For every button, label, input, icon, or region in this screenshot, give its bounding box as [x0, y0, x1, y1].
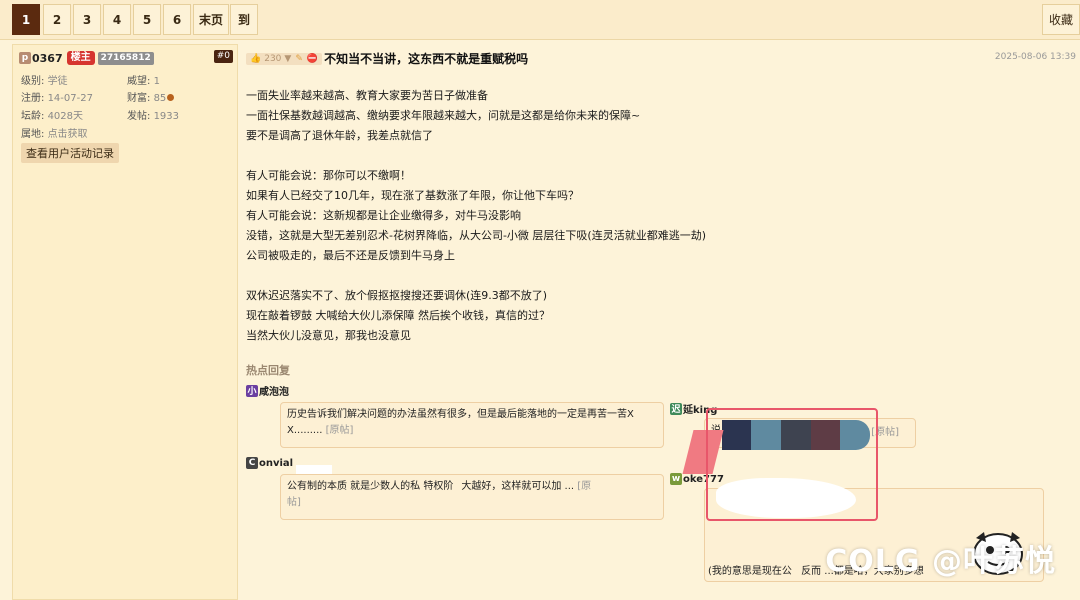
get-location-link[interactable]: 点击获取	[48, 129, 88, 140]
original-post-link[interactable]: [原	[577, 481, 591, 492]
post-line: 一面社保基数越调越高、缴纳要求年限越来越大，问就是这都是给你未来的保障~	[246, 109, 641, 122]
post-line: 有人可能会说：那你可以不缴啊！	[246, 169, 411, 182]
page-button-3[interactable]: 3	[73, 4, 101, 35]
post-content: 一面失业率越来越高、教育大家要为苦日子做准备 一面社保基数越调越高、缴纳要求年限…	[246, 86, 1046, 346]
prestige-row: 威望: 1	[127, 76, 160, 87]
forum-age-row: 坛龄: 4028天	[21, 111, 84, 122]
post-line	[246, 266, 1046, 286]
level-row: 级别: 学徒	[21, 76, 68, 87]
post-line: 如果有人已经交了10几年，现在涨了基数涨了年限，你让他下车吗？	[246, 189, 579, 202]
post-line	[246, 146, 1046, 166]
highlight-frame	[706, 408, 878, 521]
page-button-6[interactable]: 6	[163, 4, 191, 35]
reaction-chips[interactable]: 👍 230 ▼ ✎ ⛔	[246, 52, 323, 65]
thumbs-down-icon[interactable]: ▼	[284, 53, 291, 65]
user-icon: 小	[246, 384, 258, 397]
user-info-panel: p 0367 楼主 27165812 #0 级别: 学徒 威望: 1 注册: 1…	[12, 44, 238, 600]
pagination-bar: 1 2 3 4 5 6 末页 到 收藏	[0, 0, 1080, 40]
thumbs-up-icon[interactable]: 👍	[250, 53, 261, 65]
page-button-1[interactable]: 1	[12, 4, 40, 35]
wealth-row: 财富: 85	[127, 89, 175, 104]
post-title: 不知当不当讲，这东西不就是重赋税吗	[324, 52, 529, 66]
pen-icon[interactable]: ✎	[295, 53, 303, 65]
post-line: 当然大伙儿没意见，那我也没意见	[246, 329, 411, 342]
post-time: 2025-08-06 13:39	[994, 52, 1076, 62]
view-activity-button[interactable]: 查看用户活动记录	[21, 143, 119, 163]
user-id-badge: 27165812	[97, 51, 154, 65]
reply-user-2[interactable]: C onvial	[246, 457, 293, 469]
reply-box-1[interactable]: 历史告诉我们解决问题的办法虽然有很多，但是最后能落地的一定是再苦一苦X X...…	[280, 402, 664, 448]
post-line: 现在敲着锣鼓 大喊给大伙儿添保障 然后挨个收钱，真信的过？	[246, 309, 550, 322]
user-icon: C	[246, 457, 258, 469]
coin-icon	[167, 94, 175, 101]
goto-page-button[interactable]: 到	[230, 4, 258, 35]
post-line: 双休迟迟落实不了、放个假抠抠搜搜还要调休(连9.3都不放了)	[246, 289, 548, 302]
post-line: 有人可能会说：这新规都是让企业缴得多，对牛马没影响	[246, 209, 521, 222]
reply-box-2[interactable]: 公有制的本质 就是少数人的私 特权阶 大越好，这样就可以加 ... [原 帖]	[280, 474, 664, 520]
register-row: 注册: 14-07-27	[21, 93, 93, 104]
post-line: 没错，这就是大型无差别忍术-花树界降临，从大公司-小微 层层往下吸(连灵活就业都…	[246, 229, 707, 242]
user-header: p 0367 楼主 27165812	[19, 51, 154, 65]
post-meta: 👍 230 ▼ ✎ ⛔ 不知当不当讲，这东西不就是重赋税吗	[246, 50, 528, 67]
location-row: 属地: 点击获取	[21, 129, 88, 140]
watermark: COLG @叶苏悦	[825, 544, 1056, 579]
hot-replies-title: 热点回复	[246, 364, 290, 377]
favorite-button[interactable]: 收藏	[1042, 4, 1080, 35]
floor-number: #0	[213, 50, 233, 63]
username[interactable]: 0367	[32, 52, 63, 65]
avatar[interactable]: p	[19, 52, 31, 64]
post-line: 要不是调高了退休年龄，我差点就信了	[246, 129, 433, 142]
last-page-button[interactable]: 末页	[193, 4, 229, 35]
page-button-2[interactable]: 2	[43, 4, 71, 35]
post-line: 一面失业率越来越高、教育大家要为苦日子做准备	[246, 89, 488, 102]
post-line: 公司被吸走的，最后不还是反馈到牛马身上	[246, 249, 455, 262]
like-count: 230	[264, 53, 282, 64]
block-icon[interactable]: ⛔	[307, 53, 318, 65]
page-button-4[interactable]: 4	[103, 4, 131, 35]
user-icon: 迟	[670, 402, 682, 415]
user-icon: w	[670, 473, 682, 485]
reply-user-1[interactable]: 小 咸泡泡	[246, 383, 289, 398]
posts-row: 发帖: 1933	[127, 111, 180, 122]
original-post-link[interactable]: [原帖]	[326, 425, 354, 436]
page-button-5[interactable]: 5	[133, 4, 161, 35]
host-tag: 楼主	[66, 51, 95, 65]
